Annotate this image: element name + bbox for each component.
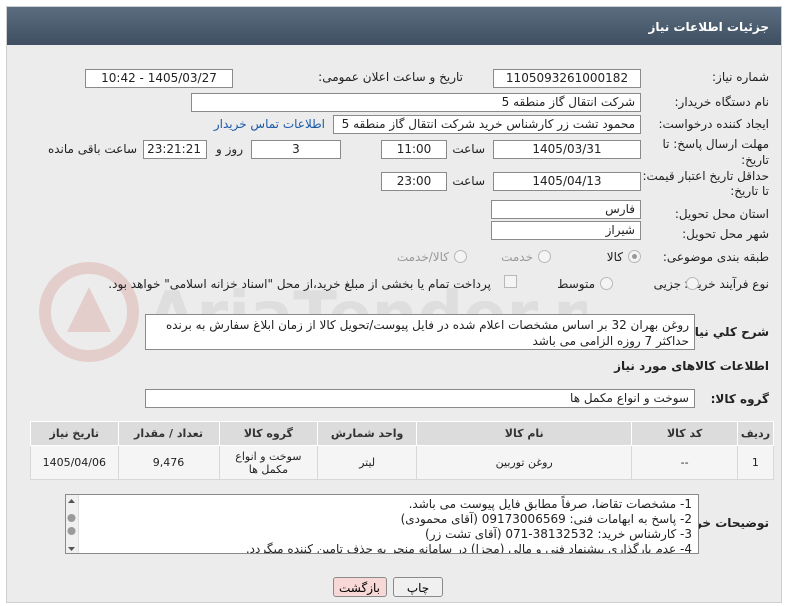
goods-group-field[interactable]: سوخت و انواع مکمل ها [145, 389, 695, 408]
buyer-note-line-1: 1- مشخصات تقاضا، صرفاً مطابق فایل پیوست … [408, 497, 692, 511]
city-label: شهر محل تحویل: [682, 227, 769, 241]
col-row: ردیف [736, 421, 775, 446]
cell-need-date: 1405/04/06 [30, 445, 119, 480]
treasury-payment-note: پرداخت تمام یا بخشی از مبلغ خرید،از محل … [108, 277, 491, 291]
goods-group-label: گروه کالا: [710, 392, 769, 406]
col-name: نام کالا [415, 421, 633, 446]
announce-datetime-field[interactable]: 1405/03/27 - 10:42 [85, 69, 233, 88]
price-valid-label-line2: تا تاریخ: [730, 184, 769, 198]
process-option-medium: متوسط [557, 277, 595, 291]
cell-code: -- [631, 445, 738, 480]
category-radio-goods[interactable] [628, 250, 641, 263]
announce-datetime-label: تاریخ و ساعت اعلان عمومی: [318, 70, 463, 84]
details-panel: جزئیات اطلاعات نیاز AriaTender.net شماره… [6, 6, 782, 603]
deadline-label-line2: تاریخ: [741, 153, 769, 167]
category-radio-goods-service[interactable] [454, 250, 467, 263]
days-remaining-field[interactable]: 3 [251, 140, 341, 159]
category-option-service: خدمت [501, 250, 533, 264]
col-group: گروه کالا [218, 421, 319, 446]
buyer-note-line-3: 3- کارشناس خرید: 38132532-071 (آقای تشت … [425, 527, 692, 541]
cell-unit: لیتر [317, 445, 417, 480]
scrollbar-arrows-icon [67, 499, 76, 551]
creator-label: ایجاد کننده درخواست: [658, 117, 769, 131]
remaining-time-field[interactable]: 23:21:21 [143, 140, 207, 159]
creator-field[interactable]: محمود تشت زر کارشناس خرید شرکت انتقال گا… [333, 115, 641, 134]
price-valid-label-line1: حداقل تاریخ اعتبار قیمت: [642, 169, 769, 183]
deadline-hour-label: ساعت [452, 142, 485, 156]
col-code: کد کالا [631, 421, 738, 446]
table-row[interactable]: 1 -- روغن توربین لیتر سوخت و انواع مکمل … [30, 445, 775, 480]
col-unit: واحد شمارش [317, 421, 417, 446]
need-number-label: شماره نیاز: [712, 70, 769, 84]
buyer-notes-box[interactable]: 1- مشخصات تقاضا، صرفاً مطابق فایل پیوست … [65, 494, 699, 554]
category-option-goods: کالا [606, 250, 623, 264]
cell-row: 1 [736, 445, 775, 480]
category-option-goods-service: کالا/خدمت [396, 250, 449, 264]
category-label: طبقه بندی موضوعی: [662, 250, 769, 264]
cell-group: سوخت و انواع مکمل ها [218, 445, 319, 480]
col-quantity: تعداد / مقدار [117, 421, 220, 446]
col-need-date: تاریخ نیاز [30, 421, 119, 446]
process-option-minor: جزیی [653, 277, 681, 291]
deadline-date-field[interactable]: 1405/03/31 [493, 140, 641, 159]
buyer-org-field[interactable]: شرکت انتقال گاز منطقه 5 [191, 93, 641, 112]
goods-table-header: ردیف کد کالا نام کالا واحد شمارش گروه کا… [30, 421, 775, 446]
city-field[interactable]: شیراز [491, 221, 641, 240]
print-button[interactable]: چاپ [393, 577, 443, 597]
summary-label: شرح كلي نياز: [683, 325, 769, 339]
deadline-time-field[interactable]: 11:00 [381, 140, 447, 159]
watermark-logo: AriaTender.net [39, 262, 587, 362]
summary-text[interactable]: روغن بهران 32 بر اساس مشخصات اعلام شده د… [145, 314, 695, 350]
province-field[interactable]: فارس [491, 200, 641, 219]
need-number-field[interactable]: 1105093261000182 [493, 69, 641, 88]
goods-table: ردیف کد کالا نام کالا واحد شمارش گروه کا… [30, 421, 775, 480]
goods-section-title: اطلاعات کالاهای مورد نیاز [614, 359, 769, 373]
process-radio-medium[interactable] [600, 277, 613, 290]
notes-scrollbar[interactable] [66, 495, 79, 553]
buyer-note-line-2: 2- پاسخ به ابهامات فنی: 09173006569 (آقا… [400, 512, 692, 526]
remaining-time-label: ساعت باقی مانده [47, 142, 137, 156]
process-radio-minor[interactable] [686, 277, 699, 290]
panel-header: جزئیات اطلاعات نیاز [7, 7, 781, 45]
back-button[interactable]: بازگشت [333, 577, 387, 597]
price-valid-time-field[interactable]: 23:00 [381, 172, 447, 191]
days-label: روز و [216, 142, 243, 156]
price-valid-date-field[interactable]: 1405/04/13 [493, 172, 641, 191]
buyer-org-label: نام دستگاه خریدار: [674, 95, 770, 109]
price-valid-hour-label: ساعت [452, 174, 485, 188]
cell-name: روغن توربین [415, 445, 633, 480]
cell-quantity: 9,476 [117, 445, 220, 480]
category-radio-service[interactable] [538, 250, 551, 263]
deadline-label-line1: مهلت ارسال پاسخ: تا [662, 137, 769, 151]
treasury-payment-checkbox[interactable] [504, 275, 517, 288]
buyer-contact-link[interactable]: اطلاعات تماس خریدار [214, 117, 325, 131]
province-label: استان محل تحویل: [674, 207, 769, 221]
buyer-note-line-4: 4- عدم بارگذاری پیشنهاد فنی و مالی (مجزا… [245, 542, 692, 554]
